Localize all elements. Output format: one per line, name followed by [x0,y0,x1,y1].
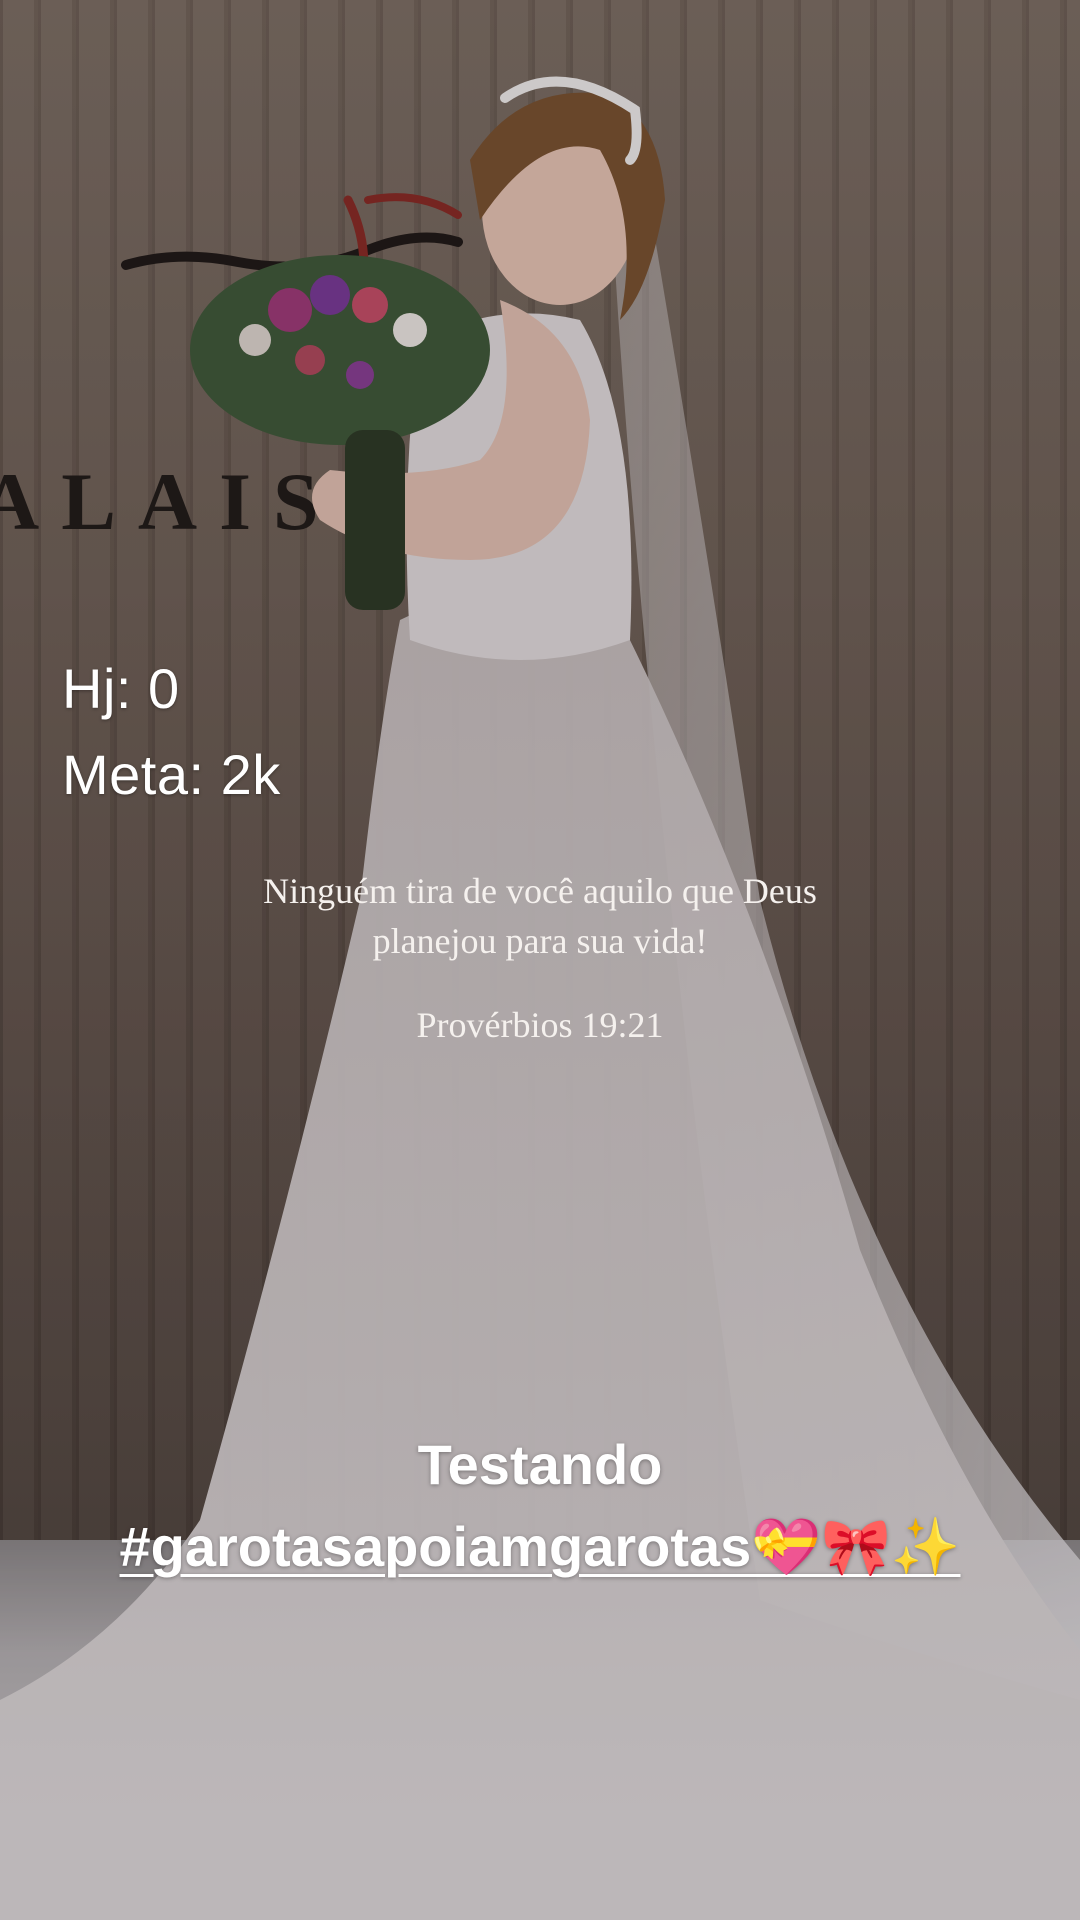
verse-line-1: Ninguém tira de você aquilo que Deus [263,871,817,911]
verse-line-2: planejou para sua vida! [372,921,708,961]
hashtag-caption-row: #garotasapoiamgarotas💝🎀✨ [0,1514,1080,1580]
verse-reference: Provérbios 19:21 [416,1005,664,1045]
caption-title: Testando [417,1433,663,1496]
today-counter-text: Hj: 0 [62,657,180,720]
video-frame[interactable]: ALAIS RES Hj: 0 Meta: 2k Ninguém tira de… [0,0,1080,1920]
hashtag-link[interactable]: #garotasapoiamgarotas💝🎀✨ [120,1515,961,1578]
goal-counter-text: Meta: 2k [62,743,281,806]
